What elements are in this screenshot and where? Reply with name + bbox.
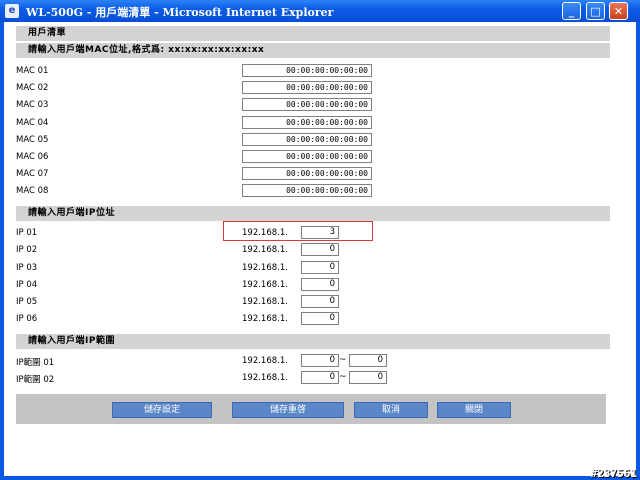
ip-prefix: 192.168.1. bbox=[242, 245, 288, 255]
mac-label: MAC 04 bbox=[16, 118, 49, 128]
ip-label: IP 01 bbox=[16, 228, 38, 238]
save-restart-button[interactable]: 儲存重啓 bbox=[232, 402, 344, 418]
mac-label: MAC 07 bbox=[16, 169, 49, 179]
mac-input[interactable]: 00:00:00:00:00:00 bbox=[242, 133, 372, 146]
ip-prefix: 192.168.1. bbox=[242, 228, 288, 238]
button-bar: 儲存設定 儲存重啓 取消 關閉 bbox=[16, 394, 606, 424]
range-to-input[interactable]: 0 bbox=[349, 354, 387, 367]
save-settings-button[interactable]: 儲存設定 bbox=[112, 402, 212, 418]
range-separator: ~ bbox=[339, 372, 347, 382]
mac-label: MAC 01 bbox=[16, 66, 49, 76]
ip-label: IP 03 bbox=[16, 263, 38, 273]
mac-label: MAC 03 bbox=[16, 100, 49, 110]
range-to-input[interactable]: 0 bbox=[349, 371, 387, 384]
mac-input[interactable]: 00:00:00:00:00:00 bbox=[242, 64, 372, 77]
mac-input[interactable]: 00:00:00:00:00:00 bbox=[242, 184, 372, 197]
page-content: 用戶清單 請輸入用戶端MAC位址,格式爲: xx:xx:xx:xx:xx:xx … bbox=[4, 22, 636, 476]
mac-label: MAC 05 bbox=[16, 135, 49, 145]
range-label: IP範圍 02 bbox=[16, 375, 55, 385]
range-label: IP範圍 01 bbox=[16, 358, 55, 368]
mac-input[interactable]: 00:00:00:00:00:00 bbox=[242, 116, 372, 129]
minimize-button[interactable]: _ bbox=[562, 2, 581, 20]
ie-window: e WL-500G - 用戶端清單 - Microsoft Internet E… bbox=[0, 0, 640, 480]
ip-prefix: 192.168.1. bbox=[242, 263, 288, 273]
close-window-button[interactable]: ✕ bbox=[609, 2, 628, 20]
ip-input[interactable]: 0 bbox=[301, 261, 339, 274]
ip-input[interactable]: 0 bbox=[301, 312, 339, 325]
mac-label: MAC 06 bbox=[16, 152, 49, 162]
window-title: WL-500G - 用戶端清單 - Microsoft Internet Exp… bbox=[26, 6, 334, 19]
close-button[interactable]: 關閉 bbox=[437, 402, 511, 418]
ip-prefix: 192.168.1. bbox=[242, 297, 288, 307]
range-section-heading: 請輸入用戶端IP範圍 bbox=[16, 334, 610, 349]
ip-label: IP 04 bbox=[16, 280, 38, 290]
ip-label: IP 02 bbox=[16, 245, 38, 255]
ip-input[interactable]: 0 bbox=[301, 278, 339, 291]
mac-label: MAC 08 bbox=[16, 186, 49, 196]
mac-input[interactable]: 00:00:00:00:00:00 bbox=[242, 150, 372, 163]
ip-input[interactable]: 0 bbox=[301, 295, 339, 308]
ip-prefix: 192.168.1. bbox=[242, 314, 288, 324]
range-prefix: 192.168.1. bbox=[242, 356, 288, 366]
ip-label: IP 06 bbox=[16, 314, 38, 324]
ip-input[interactable]: 3 bbox=[301, 226, 339, 239]
range-separator: ~ bbox=[339, 355, 347, 365]
watermark: #237561 bbox=[590, 467, 637, 480]
title-bar[interactable]: e WL-500G - 用戶端清單 - Microsoft Internet E… bbox=[0, 0, 640, 22]
ip-input[interactable]: 0 bbox=[301, 243, 339, 256]
range-from-input[interactable]: 0 bbox=[301, 354, 339, 367]
maximize-button[interactable]: □ bbox=[586, 2, 605, 20]
page-title: 用戶清單 bbox=[16, 26, 610, 41]
range-prefix: 192.168.1. bbox=[242, 373, 288, 383]
ip-section-heading: 請輸入用戶端IP位址 bbox=[16, 206, 610, 221]
ip-label: IP 05 bbox=[16, 297, 38, 307]
mac-input[interactable]: 00:00:00:00:00:00 bbox=[242, 81, 372, 94]
ie-logo-icon: e bbox=[5, 4, 19, 18]
cancel-button[interactable]: 取消 bbox=[354, 402, 428, 418]
mac-input[interactable]: 00:00:00:00:00:00 bbox=[242, 167, 372, 180]
ip-prefix: 192.168.1. bbox=[242, 280, 288, 290]
range-from-input[interactable]: 0 bbox=[301, 371, 339, 384]
mac-label: MAC 02 bbox=[16, 83, 49, 93]
mac-input[interactable]: 00:00:00:00:00:00 bbox=[242, 98, 372, 111]
mac-section-heading: 請輸入用戶端MAC位址,格式爲: xx:xx:xx:xx:xx:xx bbox=[16, 43, 610, 58]
